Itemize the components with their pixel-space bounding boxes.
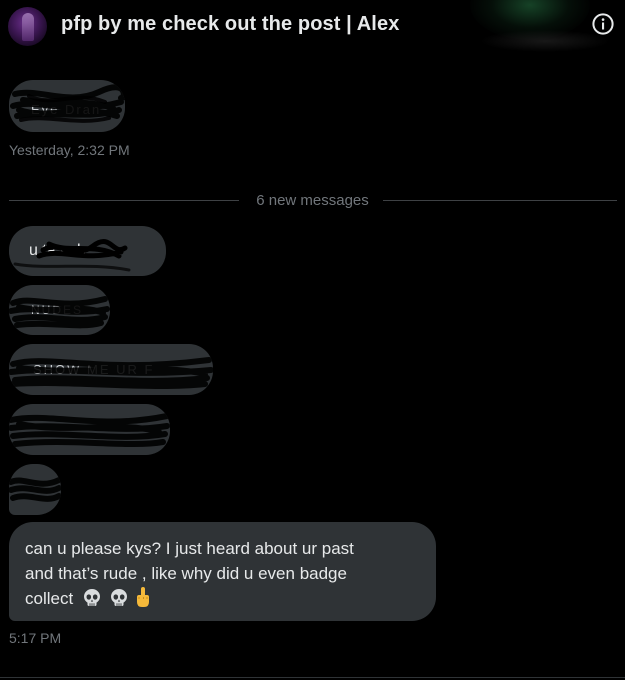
message-line: and that’s rude , like why did u even ba… xyxy=(25,563,347,583)
avatar[interactable] xyxy=(8,7,47,46)
message-bubble-censored[interactable]: u ta uch xyxy=(9,226,166,276)
message-bubble-censored[interactable] xyxy=(9,464,61,515)
conversation-title[interactable]: pfp by me check out the post | Alex xyxy=(61,13,399,36)
middle-finger-emoji-icon xyxy=(134,586,152,616)
conversation-header: pfp by me check out the post | Alex xyxy=(0,0,625,52)
new-messages-label: 6 new messages xyxy=(256,192,369,209)
message-line: can u please kys? I just heard about ur … xyxy=(25,539,354,558)
scribble-overlay xyxy=(13,239,131,272)
message-timestamp: 5:17 PM xyxy=(9,630,62,646)
message-line-with-emoji: collect xyxy=(25,586,420,616)
dm-conversation-screen: pfp by me check out the post | Alex Eye … xyxy=(0,0,625,680)
message-bubble-censored[interactable] xyxy=(9,404,170,455)
message-timestamp: Yesterday, 2:32 PM xyxy=(9,142,130,158)
message-bubble-censored[interactable]: Eye Dran xyxy=(9,80,125,132)
scribble-overlay xyxy=(9,413,170,447)
message-bubble[interactable]: can u please kys? I just heard about ur … xyxy=(9,522,436,621)
divider-right xyxy=(383,200,617,201)
scribble-overlay xyxy=(9,296,110,329)
bottom-divider xyxy=(0,677,625,678)
scribble-overlay xyxy=(10,84,125,123)
avatar-figure xyxy=(22,13,34,41)
scribble-overlay xyxy=(9,357,213,389)
divider-left xyxy=(9,200,239,201)
info-icon[interactable] xyxy=(591,12,615,36)
message-bubble-censored[interactable]: NUDES xyxy=(9,285,110,335)
skull-emoji-icon xyxy=(82,588,102,616)
message-text: collect xyxy=(25,589,74,608)
scribble-overlay xyxy=(9,477,61,502)
message-bubble-censored[interactable]: SHOW ME UR F xyxy=(9,344,213,395)
skull-emoji-icon xyxy=(109,588,129,616)
